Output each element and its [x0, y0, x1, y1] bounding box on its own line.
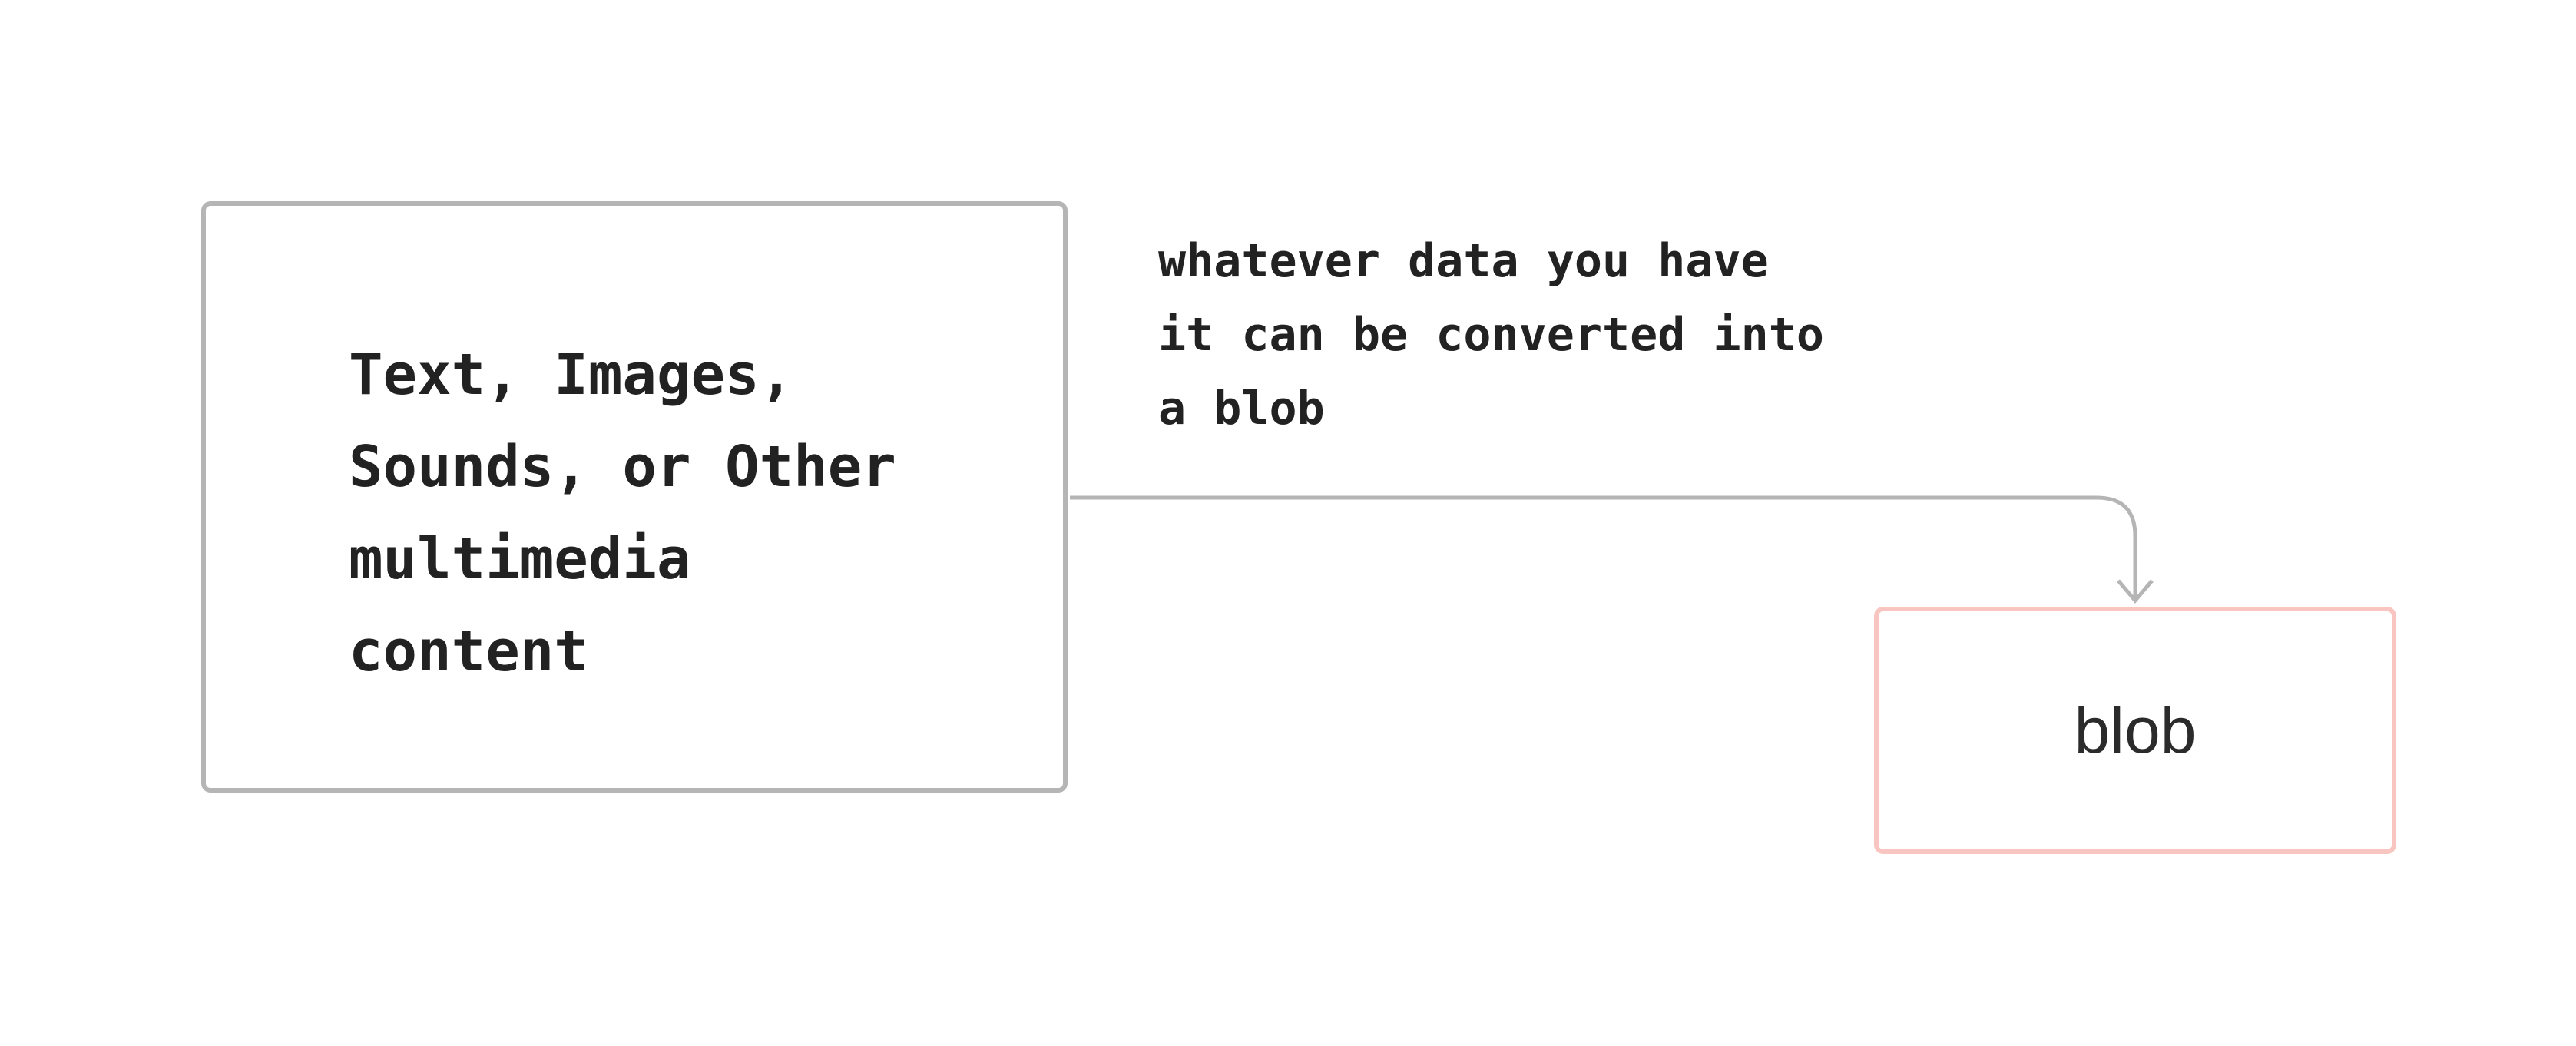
blob-label: blob [2074, 693, 2197, 766]
source-text-line: Text, Images, [349, 342, 794, 408]
blob-box: blob [1874, 607, 2396, 854]
source-text-line: Sounds, or Other [349, 434, 896, 500]
source-content-box: Text, Images, Sounds, or Other multimedi… [201, 201, 1068, 793]
arrow-head-icon [2117, 579, 2154, 604]
diagram-canvas: Text, Images, Sounds, or Other multimedi… [0, 0, 2576, 1046]
source-text-line: content [349, 618, 588, 684]
source-text-line: multimedia [349, 526, 691, 592]
conversion-annotation: whatever data you have it can be convert… [1158, 224, 1824, 445]
annotation-line: it can be converted into [1158, 308, 1824, 362]
connector-line [1070, 495, 2137, 599]
source-content-text: Text, Images, Sounds, or Other multimedi… [349, 329, 1040, 697]
annotation-line: a blob [1158, 382, 1325, 435]
annotation-line: whatever data you have [1158, 234, 1769, 288]
